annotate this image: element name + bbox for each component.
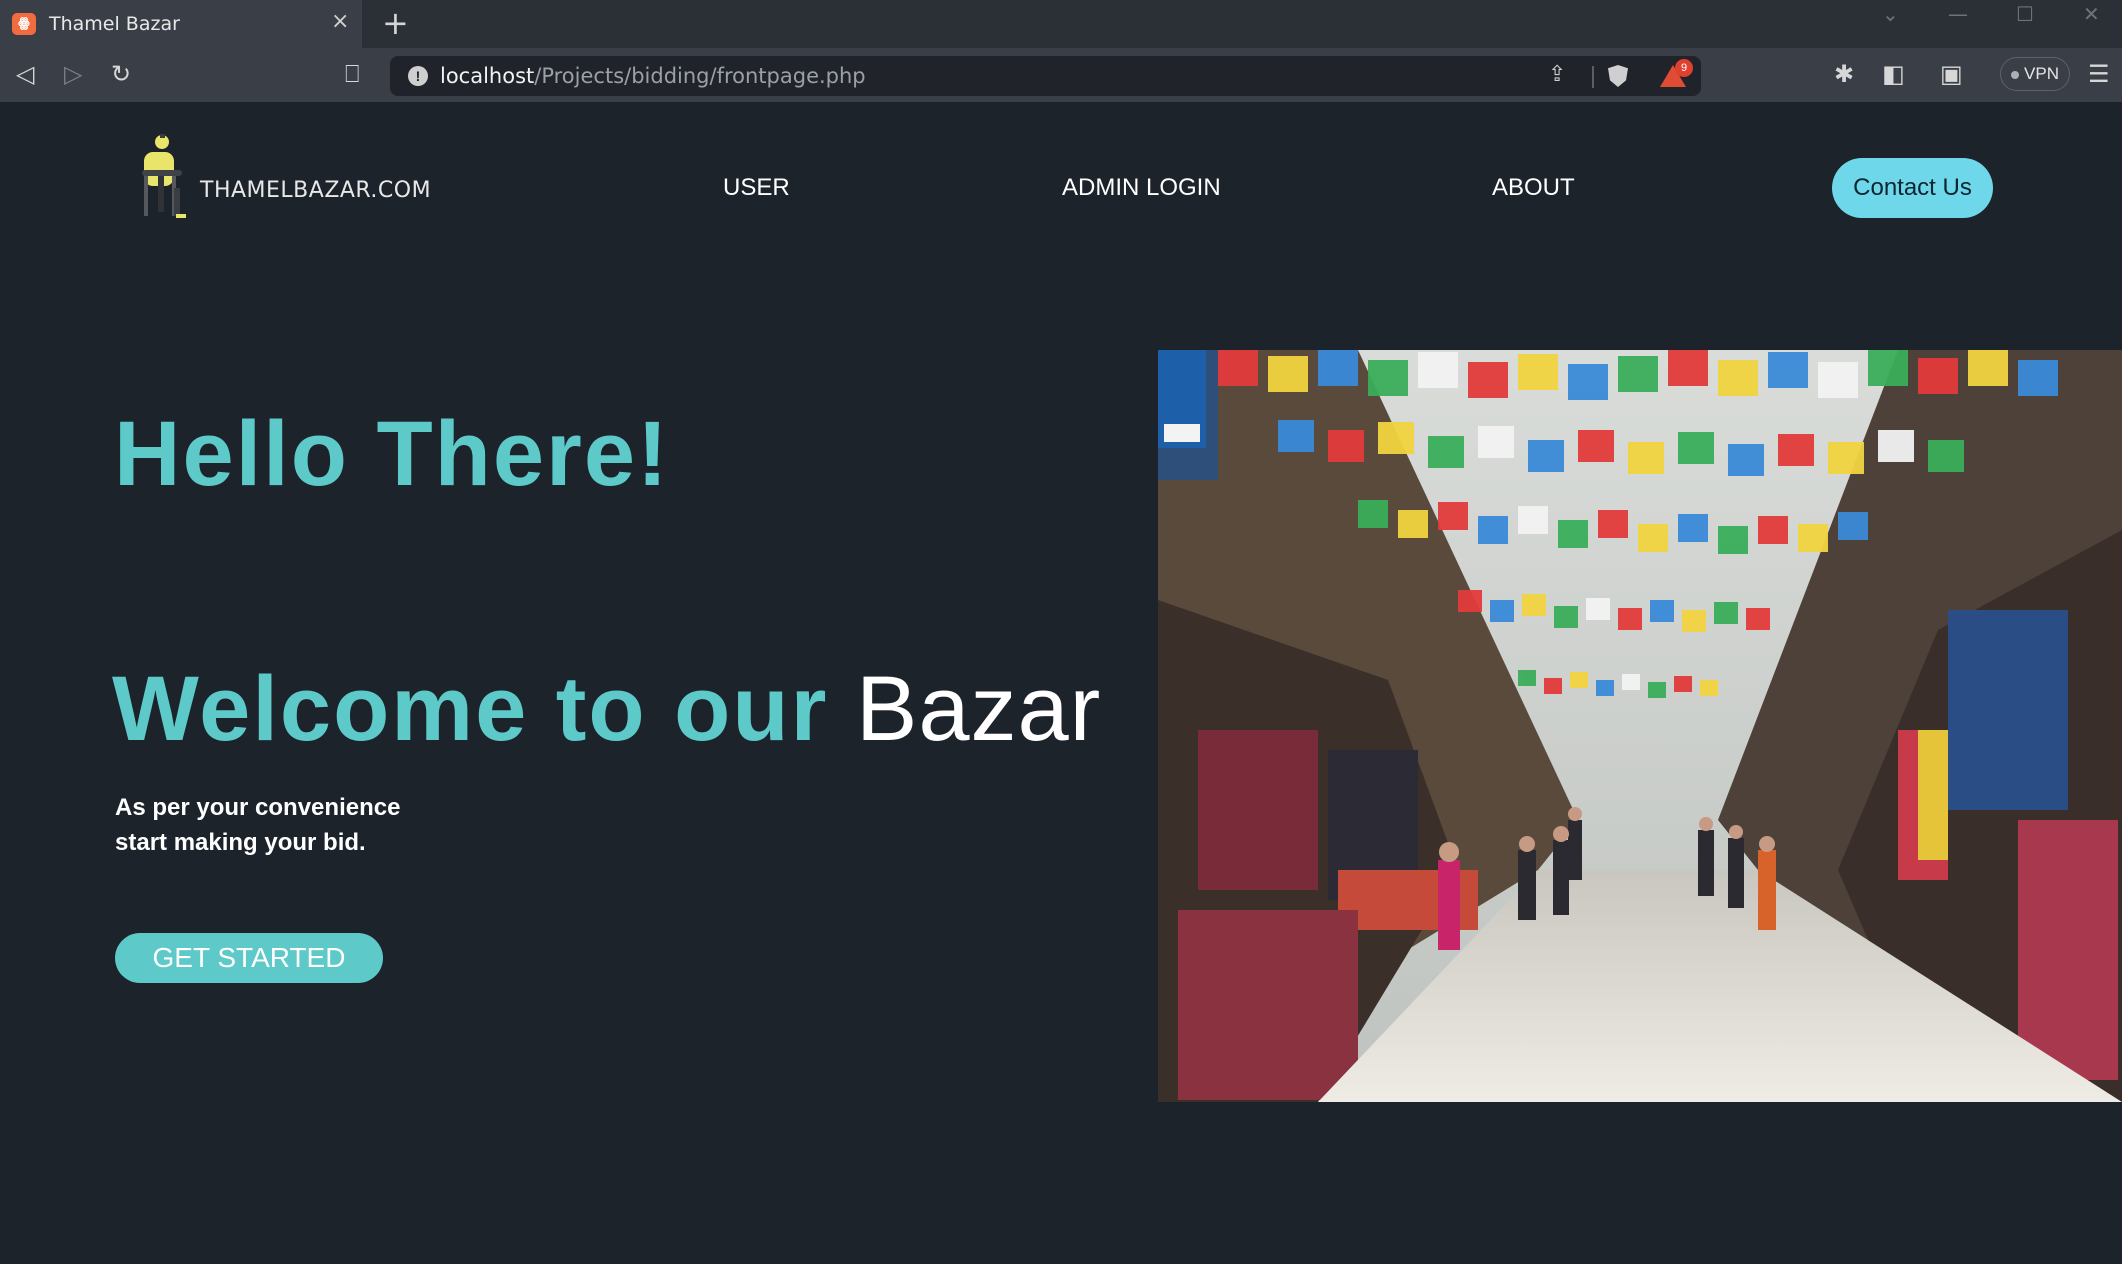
vpn-status-dot (2011, 70, 2020, 79)
site-info-icon[interactable]: ! (408, 66, 428, 86)
xampp-favicon-icon: ꙮ (12, 13, 36, 35)
url-path: /Projects/bidding/frontpage.php (534, 64, 866, 88)
share-icon[interactable]: ⇪ (1548, 62, 1566, 87)
nav-about[interactable]: ABOUT (1492, 174, 1575, 202)
new-tab-button[interactable]: + (382, 4, 409, 42)
url-divider (1592, 66, 1594, 88)
menu-icon[interactable]: ☰ (2088, 60, 2110, 88)
logo-text: THAMELBAZAR.COM (200, 178, 432, 203)
brave-shield-icon[interactable] (1608, 65, 1628, 87)
back-icon[interactable]: ◁ (16, 60, 34, 88)
get-started-button[interactable]: GET STARTED (115, 933, 383, 983)
page: THAMELBAZAR.COM USER ADMIN LOGIN ABOUT C… (0, 102, 2122, 1264)
hero-subtitle-line2: start making your bid. (115, 829, 366, 856)
hero-welcome-heading: Welcome to our Bazar (112, 657, 1101, 762)
browser-tab-bar: ꙮ Thamel Bazar × + ⌄ — ☐ ✕ (0, 0, 2122, 48)
hero-subtitle: As per your convenience start making your… (115, 790, 400, 860)
sidebar-icon[interactable]: ◧ (1882, 60, 1905, 88)
wallet-icon[interactable]: ▣ (1940, 60, 1963, 88)
address-bar[interactable]: ! localhost/Projects/bidding/frontpage.p… (390, 56, 1701, 96)
tab-title: Thamel Bazar (49, 13, 180, 35)
nav-user[interactable]: USER (723, 174, 790, 202)
tab-search-icon[interactable]: ⌄ (1882, 2, 1899, 26)
close-window-icon[interactable]: ✕ (2083, 2, 2100, 26)
welcome-light-text: Bazar (855, 658, 1102, 760)
seated-person-logo-icon (142, 134, 186, 218)
contact-us-button[interactable]: Contact Us (1832, 158, 1993, 218)
thamel-street-photo (1158, 350, 2122, 1102)
hero-hello-heading: Hello There! (114, 403, 670, 505)
tab-close-icon[interactable]: × (331, 9, 349, 34)
extensions-icon[interactable]: ✱ (1834, 60, 1854, 88)
url-text[interactable]: localhost/Projects/bidding/frontpage.php (440, 64, 866, 88)
site-logo[interactable]: THAMELBAZAR.COM (136, 130, 436, 222)
street-photo-illustration (1158, 350, 2122, 1102)
vpn-button[interactable]: VPN (2000, 57, 2070, 91)
maximize-icon[interactable]: ☐ (2016, 2, 2034, 26)
minimize-icon[interactable]: — (1948, 2, 1968, 26)
browser-tab[interactable]: ꙮ Thamel Bazar × (0, 0, 362, 48)
url-host: localhost (440, 64, 535, 88)
welcome-bold-text: Welcome to our (112, 658, 829, 760)
nav-admin-login[interactable]: ADMIN LOGIN (1062, 174, 1221, 202)
vpn-label: VPN (2024, 64, 2059, 83)
rewards-badge: 9 (1675, 59, 1693, 77)
hero-subtitle-line1: As per your convenience (115, 794, 401, 821)
bookmark-icon[interactable]: ⎕ (345, 60, 359, 88)
forward-icon[interactable]: ▷ (64, 60, 82, 88)
reload-icon[interactable]: ↻ (111, 60, 131, 88)
